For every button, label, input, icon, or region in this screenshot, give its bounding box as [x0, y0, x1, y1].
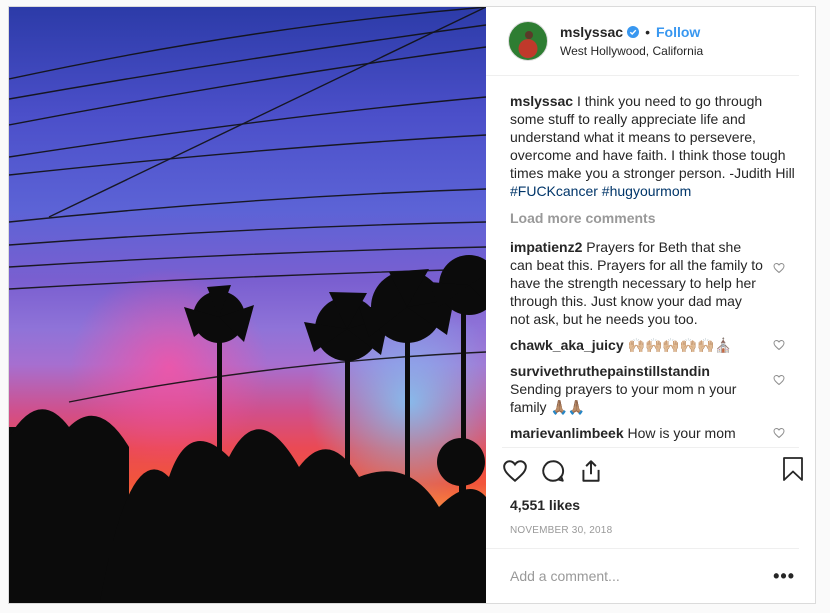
post-date: NOVEMBER 30, 2018: [486, 513, 799, 550]
comments-list[interactable]: mslyssac I think you need to go through …: [486, 76, 815, 447]
comment-item: survivethruthepainstillstandin Sending p…: [510, 362, 799, 416]
add-comment-input[interactable]: [510, 568, 750, 585]
heart-icon[interactable]: [773, 427, 785, 439]
follow-button[interactable]: Follow: [656, 24, 700, 40]
heart-icon[interactable]: [773, 339, 785, 351]
load-more-comments-button[interactable]: Load more comments: [510, 210, 799, 226]
share-icon[interactable]: [578, 458, 604, 484]
caption-hashtags[interactable]: #FUCKcancer #hugyourmom: [510, 182, 799, 200]
caption: mslyssac I think you need to go through …: [510, 92, 799, 200]
username-link[interactable]: mslyssac: [560, 24, 623, 40]
comment-username[interactable]: chawk_aka_juicy: [510, 337, 624, 353]
comment-username[interactable]: marievanlimbeek: [510, 425, 624, 441]
comment-text: Sending prayers to your mom n your famil…: [510, 381, 737, 416]
likes-count[interactable]: 4,551 likes: [486, 487, 815, 513]
comment-item: marievanlimbeek How is your mom: [510, 424, 799, 442]
post-header: mslyssac • Follow West Hollywood, Califo…: [486, 7, 799, 77]
comment-text: 🙌🏼🙌🏼🙌🏼🙌🏼🙌🏼⛪: [623, 337, 733, 354]
verified-badge-icon: [627, 26, 640, 39]
heart-icon[interactable]: [773, 262, 785, 274]
photo-silhouettes: [9, 7, 486, 603]
separator-dot: •: [645, 24, 650, 41]
comment-item: impatienz2 Prayers for Beth that she can…: [510, 238, 799, 328]
avatar[interactable]: [508, 21, 548, 62]
more-options-icon[interactable]: •••: [773, 566, 795, 587]
heart-icon[interactable]: [773, 374, 785, 386]
post-photo[interactable]: [9, 7, 486, 603]
post-sidebar: mslyssac • Follow West Hollywood, Califo…: [486, 7, 815, 603]
bookmark-icon[interactable]: [781, 456, 805, 482]
post-modal: mslyssac • Follow West Hollywood, Califo…: [8, 6, 816, 604]
comment-item: chawk_aka_juicy 🙌🏼🙌🏼🙌🏼🙌🏼🙌🏼⛪: [510, 336, 799, 354]
add-comment-bar: •••: [486, 549, 815, 603]
action-bar: [502, 446, 803, 488]
comment-text: How is your mom: [623, 425, 736, 442]
comment-username[interactable]: impatienz2: [510, 239, 582, 255]
caption-username[interactable]: mslyssac: [510, 93, 573, 109]
location-link[interactable]: West Hollywood, California: [560, 44, 703, 58]
comment-username[interactable]: survivethruthepainstillstandin: [510, 363, 710, 379]
comment-icon[interactable]: [540, 458, 566, 484]
like-heart-icon[interactable]: [502, 458, 528, 484]
